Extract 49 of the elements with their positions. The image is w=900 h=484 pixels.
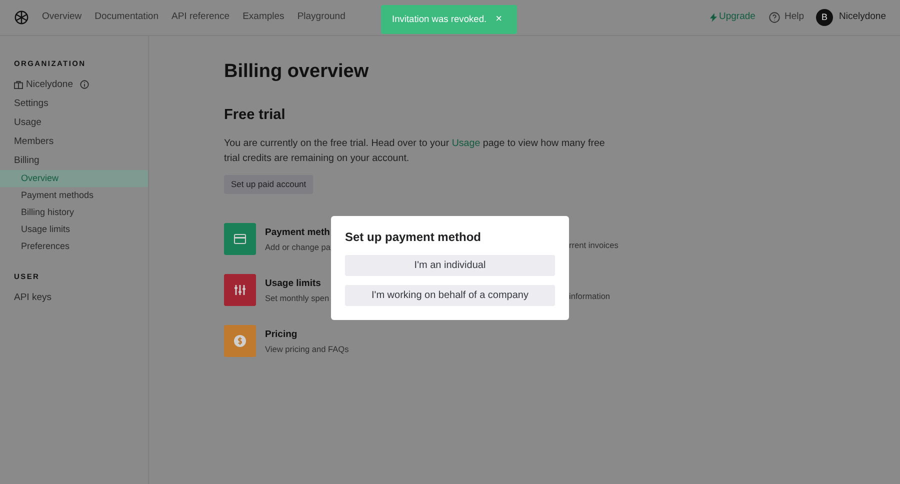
card-icon-tile[interactable] bbox=[224, 325, 256, 358]
lightning-icon bbox=[710, 13, 717, 22]
option-button[interactable]: I'm an individual bbox=[345, 255, 555, 276]
set-up-paid-account-button[interactable]: Set up paid account bbox=[224, 175, 314, 194]
sidebar-item[interactable]: Billing bbox=[0, 151, 148, 170]
nav-link[interactable]: Examples bbox=[242, 10, 284, 25]
logo-icon[interactable] bbox=[14, 10, 29, 25]
help-link[interactable]: Help bbox=[769, 10, 804, 25]
dollar-icon bbox=[234, 335, 246, 348]
sidebar-subitem[interactable]: Usage limits bbox=[0, 221, 148, 238]
toast-message: Invitation was revoked. bbox=[392, 12, 487, 26]
help-icon bbox=[769, 12, 780, 23]
usage-link[interactable]: Usage bbox=[452, 138, 480, 150]
card-description: rrent invoices bbox=[569, 239, 618, 252]
card-icon-tile[interactable] bbox=[224, 223, 256, 256]
sidebar-item[interactable]: Settings bbox=[0, 94, 148, 114]
sidebar-item[interactable]: Members bbox=[0, 132, 148, 152]
nav-link[interactable]: Documentation bbox=[94, 10, 158, 25]
dialog-title: Set up payment method bbox=[345, 229, 482, 246]
card-title[interactable]: Pricing bbox=[265, 328, 298, 342]
nav-link[interactable]: Playground bbox=[297, 10, 346, 25]
page-title: Billing overview bbox=[224, 60, 370, 84]
card-title[interactable]: Usage limits bbox=[265, 276, 321, 291]
sidebar-item[interactable]: API keys bbox=[0, 288, 148, 308]
user-name[interactable]: Nicelydone bbox=[839, 10, 886, 25]
avatar[interactable]: B bbox=[816, 9, 833, 26]
org-name[interactable]: Nicelydone bbox=[26, 78, 73, 92]
upgrade-link[interactable]: Upgrade bbox=[710, 10, 756, 25]
section-title: Free trial bbox=[224, 106, 286, 124]
card-description: View pricing and FAQs bbox=[265, 342, 349, 356]
card-icon-tile[interactable] bbox=[224, 274, 256, 306]
building-icon bbox=[14, 80, 23, 89]
info-icon[interactable] bbox=[80, 80, 89, 90]
sidebar-item[interactable]: Usage bbox=[0, 113, 148, 132]
sidebar-subitem[interactable]: Billing history bbox=[0, 204, 148, 222]
option-button[interactable]: I'm working on behalf of a company bbox=[345, 285, 555, 306]
nav-link[interactable]: API reference bbox=[172, 10, 230, 25]
card-description: information bbox=[569, 290, 610, 303]
nav-link[interactable]: Overview bbox=[42, 10, 82, 25]
trial-description: You are currently on the free trial. Head over to your Usage page to view how many free trial credits are remaining on your account. bbox=[224, 137, 606, 166]
sidebar-subitem[interactable]: Payment methods bbox=[0, 187, 148, 204]
credit-card-icon bbox=[234, 234, 246, 244]
close-button[interactable]: × bbox=[496, 11, 502, 28]
sidebar-subitem[interactable]: Preferences bbox=[0, 238, 148, 256]
card-title[interactable]: Payment meth bbox=[265, 226, 330, 240]
sidebar-subitem[interactable]: Overview bbox=[0, 170, 148, 188]
sliders-icon bbox=[234, 284, 246, 296]
card-description: Add or change pa bbox=[265, 240, 331, 254]
card-description: Set monthly spen bbox=[265, 292, 330, 304]
